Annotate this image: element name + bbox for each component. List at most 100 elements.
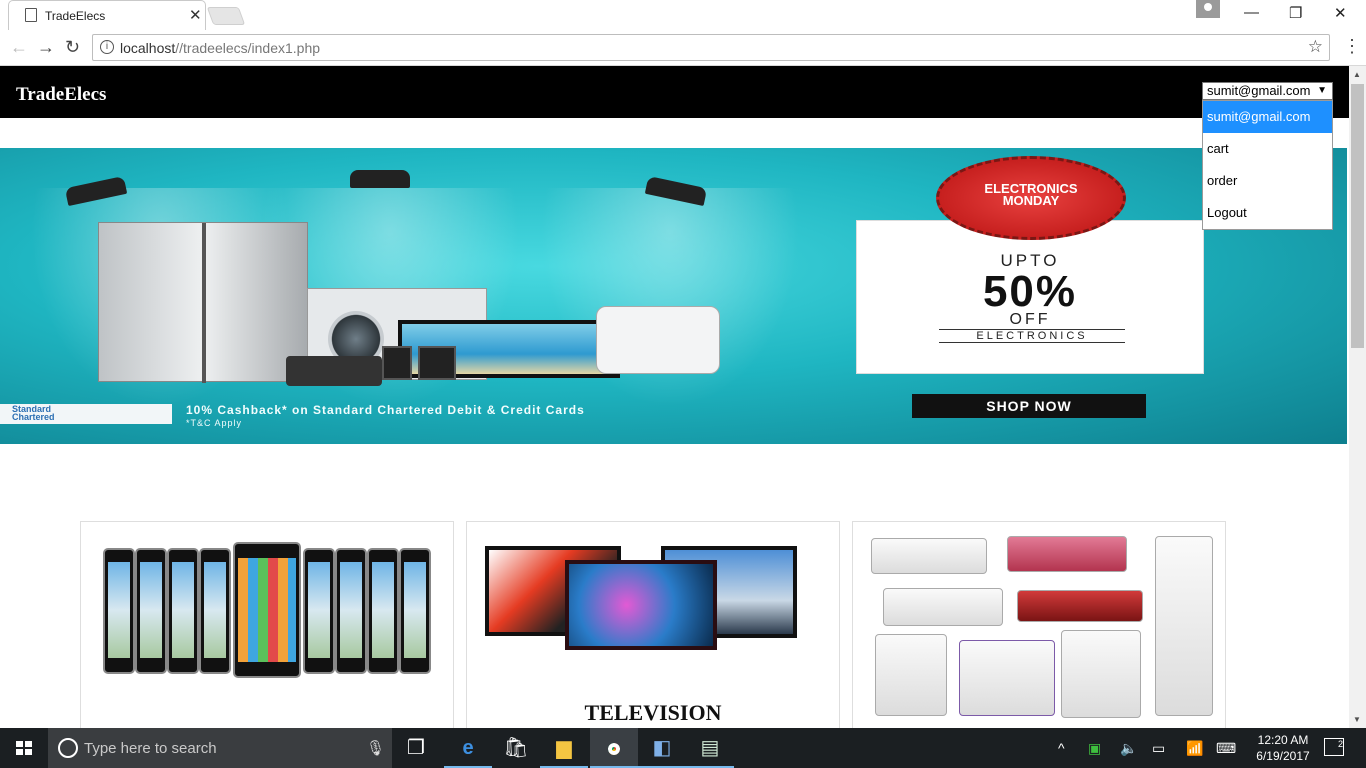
clock[interactable]: 12:20 AM 6/19/2017: [1250, 732, 1316, 764]
offer-category: ELECTRONICS: [939, 329, 1125, 343]
clock-time: 12:20 AM: [1257, 733, 1309, 747]
phone-image: [167, 548, 199, 674]
account-select[interactable]: sumit@gmail.com ▼: [1202, 82, 1333, 100]
dropdown-option-logout[interactable]: Logout: [1203, 197, 1332, 229]
browser-tab[interactable]: TradeElecs ✕: [8, 0, 206, 30]
show-hidden-icons-icon[interactable]: ^: [1058, 728, 1065, 768]
taskbar: Type here to search 🎙 ❐ e 🛍 ▆ ◧ ▤ ^ ▣ 🔈 …: [0, 728, 1366, 768]
forward-arrow-icon[interactable]: →: [37, 37, 55, 58]
card-title: TELEVISION: [584, 700, 722, 725]
microphone-icon[interactable]: 🎙: [366, 739, 385, 757]
badge-line2: MONDAY: [1002, 193, 1060, 208]
store-icon[interactable]: 🛍: [492, 728, 540, 768]
offer-percent: 50%: [982, 267, 1078, 316]
scroll-down-icon[interactable]: ▼: [1353, 715, 1361, 724]
ac-image: [1017, 590, 1143, 622]
scrollbar-thumb[interactable]: [1351, 84, 1364, 348]
tray-app-icon[interactable]: ▣: [1088, 728, 1101, 768]
url-path: //tradeelecs/index1.php: [175, 40, 321, 56]
close-icon[interactable]: ✕: [189, 6, 202, 24]
ac-image: [875, 634, 947, 716]
taskbar-search[interactable]: Type here to search 🎙: [48, 728, 392, 768]
camera-image: [286, 356, 382, 386]
back-arrow-icon[interactable]: ←: [10, 37, 28, 58]
phone-image: [303, 548, 335, 674]
dropdown-option-order[interactable]: order: [1203, 165, 1332, 197]
app-icon[interactable]: ◧: [638, 728, 686, 768]
phone-image: [135, 548, 167, 674]
ac-image: [1061, 630, 1141, 718]
phone-image: [382, 346, 412, 380]
account-dropdown: sumit@gmail.com cart order Logout: [1202, 100, 1333, 230]
window-close-icon[interactable]: ✕: [1334, 4, 1347, 22]
battery-icon[interactable]: ▭: [1152, 728, 1165, 768]
minimize-icon[interactable]: —: [1244, 4, 1259, 21]
dropdown-option-email[interactable]: sumit@gmail.com: [1203, 101, 1332, 133]
file-explorer-icon[interactable]: ▆: [540, 728, 588, 768]
reload-icon[interactable]: ↻: [65, 37, 80, 58]
ac-image: [871, 538, 987, 574]
windows-logo-icon: [16, 741, 32, 755]
url-text[interactable]: localhost//tradeelecs/index1.php: [120, 40, 320, 56]
bank-logo: Standard Chartered: [0, 404, 172, 424]
shop-now-button[interactable]: SHOP NOW: [912, 394, 1146, 418]
printer-image: [596, 306, 720, 374]
phone-image: [103, 548, 135, 674]
ac-image: [959, 640, 1055, 716]
chevron-down-icon: ▼: [1317, 85, 1327, 96]
ac-image: [1007, 536, 1127, 572]
electronics-monday-badge: ELECTRONICS MONDAY: [936, 156, 1126, 240]
wifi-icon[interactable]: 📶: [1186, 728, 1203, 768]
refrigerator-image: [98, 222, 308, 383]
clock-date: 6/19/2017: [1256, 749, 1310, 763]
site-header: TradeElecs: [0, 66, 1349, 118]
start-button[interactable]: [0, 728, 48, 768]
account-select-value: sumit@gmail.com: [1207, 83, 1311, 98]
page-viewport: TradeElecs sumit@gmail.com ▼ sumit@gmail…: [0, 66, 1366, 728]
promo-banner[interactable]: UPTO 50% OFF ELECTRONICS ELECTRONICS MOND…: [0, 148, 1347, 444]
address-toolbar: ← → ↻ i localhost//tradeelecs/index1.php…: [0, 30, 1366, 66]
phone-image: [418, 346, 456, 380]
product-card-mobiles[interactable]: [80, 521, 454, 728]
info-icon[interactable]: i: [100, 40, 114, 54]
notification-count: 2: [1337, 739, 1343, 749]
browser-tab-strip: TradeElecs ✕ — ❐ ✕: [0, 0, 1366, 30]
phone-image: [399, 548, 431, 674]
dropdown-option-cart[interactable]: cart: [1203, 133, 1332, 165]
scroll-up-icon[interactable]: ▲: [1353, 70, 1361, 79]
url-bar[interactable]: i localhost//tradeelecs/index1.php ☆: [92, 34, 1330, 61]
keyboard-icon[interactable]: ⌨: [1216, 728, 1236, 768]
maximize-icon[interactable]: ❐: [1289, 4, 1302, 22]
search-placeholder: Type here to search: [84, 740, 217, 757]
tv-image: [565, 560, 717, 650]
tab-title: TradeElecs: [45, 9, 106, 23]
vertical-dots-icon[interactable]: ⋮: [1343, 36, 1361, 57]
profile-icon[interactable]: [1196, 0, 1220, 18]
task-view-icon[interactable]: ❐: [392, 728, 440, 768]
page-icon: [25, 8, 37, 22]
notification-icon[interactable]: 2: [1324, 738, 1344, 756]
bank-line2: Chartered: [12, 412, 55, 422]
phone-image: [233, 542, 301, 678]
offer-panel: UPTO 50% OFF ELECTRONICS: [856, 220, 1204, 374]
window-app-icon[interactable]: ▤: [686, 728, 734, 768]
phone-image: [199, 548, 231, 674]
phone-image: [367, 548, 399, 674]
volume-icon[interactable]: 🔈: [1120, 728, 1137, 768]
terms-text: *T&C Apply: [186, 418, 243, 428]
cashback-text: 10% Cashback* on Standard Chartered Debi…: [186, 403, 585, 417]
product-card-television[interactable]: TELEVISION: [466, 521, 840, 728]
page-scrollbar[interactable]: ▲ ▼: [1349, 66, 1366, 728]
ac-image: [1155, 536, 1213, 716]
ac-image: [883, 588, 1003, 626]
new-tab-button[interactable]: [206, 7, 246, 25]
edge-icon[interactable]: e: [444, 728, 492, 768]
chrome-icon[interactable]: [590, 728, 638, 768]
site-brand[interactable]: TradeElecs: [16, 84, 106, 106]
offer-off: OFF: [1009, 311, 1051, 328]
product-card-ac[interactable]: [852, 521, 1226, 728]
url-host: localhost: [120, 40, 176, 56]
star-icon[interactable]: ☆: [1308, 37, 1323, 57]
cortana-icon: [58, 738, 78, 758]
phone-image: [335, 548, 367, 674]
